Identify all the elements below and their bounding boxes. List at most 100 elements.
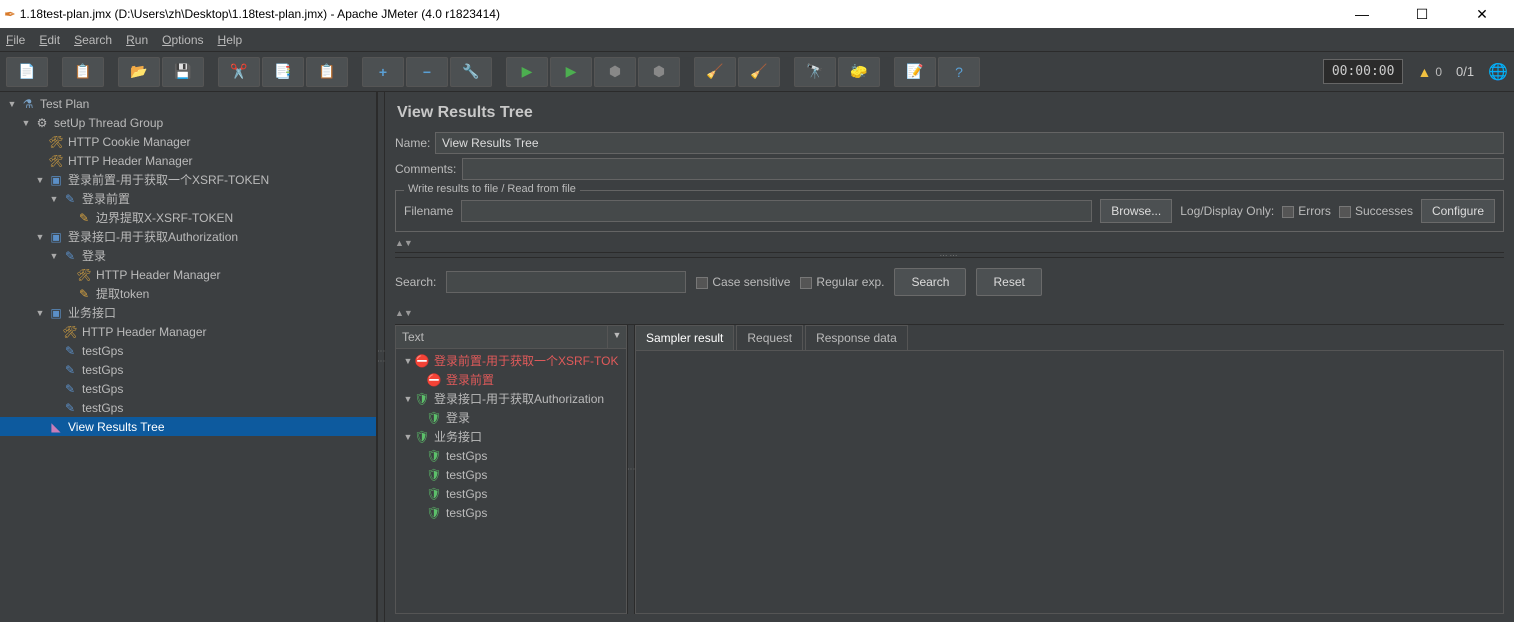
sampler-icon: ✎ bbox=[62, 248, 78, 264]
result-row[interactable]: ▼🛡 业务接口 bbox=[396, 427, 626, 446]
shutdown-button[interactable]: ⬢ bbox=[638, 57, 680, 87]
result-row[interactable]: ▼⛔ 登录前置-用于获取一个XSRF-TOK bbox=[396, 351, 626, 370]
reset-search-button[interactable]: 🧽 bbox=[838, 57, 880, 87]
extractor-icon: ✎ bbox=[76, 286, 92, 302]
success-badge-icon: 🛡 bbox=[426, 487, 442, 501]
reset-button[interactable]: Reset bbox=[976, 268, 1041, 296]
result-row[interactable]: ▼🛡 登录接口-用于获取Authorization bbox=[396, 389, 626, 408]
tree-sampler-login[interactable]: ▼✎ 登录 bbox=[0, 246, 376, 265]
warning-indicator[interactable]: ▲ 0 bbox=[1417, 64, 1442, 80]
menu-edit[interactable]: Edit bbox=[39, 33, 60, 47]
toggle-button[interactable]: 🔧 bbox=[450, 57, 492, 87]
collapse-button[interactable]: − bbox=[406, 57, 448, 87]
wrench-icon: 🛠 bbox=[48, 134, 64, 150]
tab-response-data[interactable]: Response data bbox=[805, 325, 908, 350]
open-button[interactable]: 📂 bbox=[118, 57, 160, 87]
clear-button[interactable]: 🧹 bbox=[694, 57, 736, 87]
regex-checkbox[interactable]: Regular exp. bbox=[800, 275, 884, 289]
tree-header-manager-2[interactable]: 🛠 HTTP Header Manager bbox=[0, 265, 376, 284]
paste-button[interactable]: 📋 bbox=[306, 57, 348, 87]
warning-icon: ▲ bbox=[1417, 64, 1431, 80]
tree-testgps-2[interactable]: ✎ testGps bbox=[0, 360, 376, 379]
test-plan-tree[interactable]: ▼⚗ Test Plan ▼⚙ setUp Thread Group 🛠 HTT… bbox=[0, 92, 377, 622]
tree-controller-xsrf[interactable]: ▼▣ 登录前置-用于获取一个XSRF-TOKEN bbox=[0, 170, 376, 189]
browse-button[interactable]: Browse... bbox=[1100, 199, 1172, 223]
new-button[interactable]: 📄 bbox=[6, 57, 48, 87]
filename-input[interactable] bbox=[461, 200, 1092, 222]
search-button[interactable]: Search bbox=[894, 268, 966, 296]
tree-view-results-tree[interactable]: ◣ View Results Tree bbox=[0, 417, 376, 436]
search-label: Search: bbox=[395, 275, 436, 289]
success-badge-icon: 🛡 bbox=[426, 411, 442, 425]
tree-extractor-xsrf[interactable]: ✎ 边界提取X-XSRF-TOKEN bbox=[0, 208, 376, 227]
clear-all-button[interactable]: 🧹 bbox=[738, 57, 780, 87]
app-icon: ✒ bbox=[4, 6, 16, 23]
result-row[interactable]: 🛡 testGps bbox=[396, 484, 626, 503]
save-button[interactable]: 💾 bbox=[162, 57, 204, 87]
results-splitter[interactable]: ⋮ bbox=[627, 325, 635, 614]
filename-label: Filename bbox=[404, 204, 453, 218]
configure-button[interactable]: Configure bbox=[1421, 199, 1495, 223]
window-titlebar: ✒ 1.18test-plan.jmx (D:\Users\zh\Desktop… bbox=[0, 0, 1514, 28]
fail-badge-icon: ⛔ bbox=[414, 354, 430, 368]
comments-input[interactable] bbox=[462, 158, 1504, 180]
cut-button[interactable]: ✂️ bbox=[218, 57, 260, 87]
tree-thread-group[interactable]: ▼⚙ setUp Thread Group bbox=[0, 113, 376, 132]
tab-request[interactable]: Request bbox=[736, 325, 803, 350]
tree-header-manager-3[interactable]: 🛠 HTTP Header Manager bbox=[0, 322, 376, 341]
expand-button[interactable]: + bbox=[362, 57, 404, 87]
result-row[interactable]: ⛔ 登录前置 bbox=[396, 370, 626, 389]
menu-search[interactable]: Search bbox=[74, 33, 112, 47]
tree-sampler-login-pre[interactable]: ▼✎ 登录前置 bbox=[0, 189, 376, 208]
result-row[interactable]: 🛡 登录 bbox=[396, 408, 626, 427]
case-sensitive-checkbox[interactable]: Case sensitive bbox=[696, 275, 790, 289]
tree-test-plan[interactable]: ▼⚗ Test Plan bbox=[0, 94, 376, 113]
minimize-button[interactable]: — bbox=[1342, 6, 1382, 23]
tree-controller-biz[interactable]: ▼▣ 业务接口 bbox=[0, 303, 376, 322]
extractor-icon: ✎ bbox=[76, 210, 92, 226]
tree-testgps-1[interactable]: ✎ testGps bbox=[0, 341, 376, 360]
success-badge-icon: 🛡 bbox=[426, 468, 442, 482]
name-input[interactable] bbox=[435, 132, 1504, 154]
successes-checkbox[interactable]: Successes bbox=[1339, 204, 1413, 218]
templates-button[interactable]: 📋 bbox=[62, 57, 104, 87]
function-helper-button[interactable]: 📝 bbox=[894, 57, 936, 87]
maximize-button[interactable]: ☐ bbox=[1402, 6, 1442, 23]
menu-run[interactable]: Run bbox=[126, 33, 148, 47]
help-button[interactable]: ? bbox=[938, 57, 980, 87]
errors-checkbox[interactable]: Errors bbox=[1282, 204, 1331, 218]
tree-extract-token[interactable]: ✎ 提取token bbox=[0, 284, 376, 303]
tree-cookie-manager[interactable]: 🛠 HTTP Cookie Manager bbox=[0, 132, 376, 151]
menu-options[interactable]: Options bbox=[162, 33, 203, 47]
stop-button[interactable]: ⬢ bbox=[594, 57, 636, 87]
results-tree-header[interactable]: Text bbox=[396, 326, 608, 348]
remote-indicator-icon[interactable]: 🌐 bbox=[1488, 62, 1508, 82]
results-tree-body[interactable]: ▼⛔ 登录前置-用于获取一个XSRF-TOK ⛔ 登录前置 ▼🛡 登录接口-用于… bbox=[396, 349, 626, 613]
sampler-icon: ✎ bbox=[62, 362, 78, 378]
tree-testgps-4[interactable]: ✎ testGps bbox=[0, 398, 376, 417]
close-button[interactable]: ✕ bbox=[1462, 6, 1502, 23]
start-button[interactable]: ▶ bbox=[506, 57, 548, 87]
result-row[interactable]: 🛡 testGps bbox=[396, 446, 626, 465]
wrench-icon: 🛠 bbox=[48, 153, 64, 169]
tree-header-manager-1[interactable]: 🛠 HTTP Header Manager bbox=[0, 151, 376, 170]
tab-sampler-result[interactable]: Sampler result bbox=[635, 325, 734, 350]
menu-file[interactable]: File bbox=[6, 33, 25, 47]
warning-count: 0 bbox=[1435, 65, 1442, 79]
tree-controller-auth[interactable]: ▼▣ 登录接口-用于获取Authorization bbox=[0, 227, 376, 246]
search-input[interactable] bbox=[446, 271, 686, 293]
comments-label: Comments: bbox=[395, 162, 456, 176]
copy-button[interactable]: 📑 bbox=[262, 57, 304, 87]
start-no-timers-button[interactable]: ▶ bbox=[550, 57, 592, 87]
horizontal-splitter[interactable]: ⋯⋯ bbox=[395, 252, 1504, 258]
result-row[interactable]: 🛡 testGps bbox=[396, 465, 626, 484]
tree-testgps-3[interactable]: ✎ testGps bbox=[0, 379, 376, 398]
result-row[interactable]: 🛡 testGps bbox=[396, 503, 626, 522]
menu-help[interactable]: Help bbox=[218, 33, 243, 47]
controller-icon: ▣ bbox=[48, 172, 64, 188]
vertical-splitter[interactable]: ⋮⋮ bbox=[377, 92, 385, 622]
editor-panel: View Results Tree Name: Comments: Write … bbox=[385, 92, 1514, 622]
renderer-dropdown[interactable]: ▼ bbox=[608, 326, 626, 348]
success-badge-icon: 🛡 bbox=[426, 506, 442, 520]
search-toolbar-button[interactable]: 🔭 bbox=[794, 57, 836, 87]
